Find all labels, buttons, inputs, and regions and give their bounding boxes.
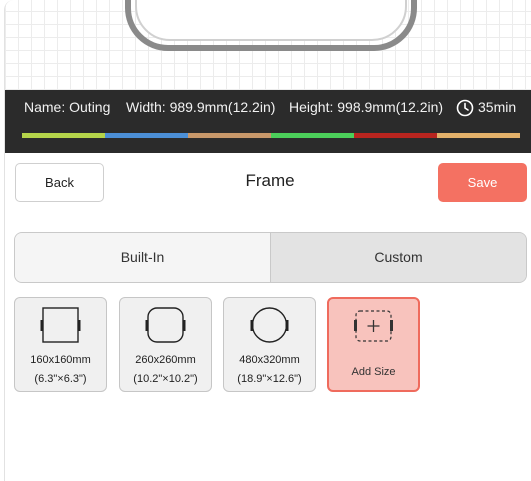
frame-source-tabs: Built-In Custom: [14, 232, 527, 283]
thread-color-2: [105, 133, 188, 138]
frame-size-label: 160x160mm: [30, 354, 91, 366]
stitch-time: 35min: [478, 99, 517, 115]
thread-color-5: [354, 133, 437, 138]
frame-inch-label: (18.9"×12.6"): [237, 373, 302, 385]
design-name: Name: Outing: [24, 99, 111, 115]
add-frame-icon: [354, 310, 393, 342]
thread-color-bar: [22, 133, 520, 138]
tab-built-in[interactable]: Built-In: [15, 233, 271, 282]
hoop-preview-shape: [125, 0, 417, 51]
design-height: Height: 998.9mm(12.2in): [289, 99, 444, 115]
frame-size-label: 260x260mm: [135, 354, 196, 366]
back-button[interactable]: Back: [15, 163, 104, 202]
frame-card-480x320[interactable]: 480x320mm (18.9"×12.6"): [223, 297, 316, 392]
round-hoop-icon: [250, 307, 289, 343]
save-button[interactable]: Save: [438, 163, 527, 202]
design-canvas[interactable]: [5, 0, 531, 90]
device-screen: Name: Outing Width: 989.9mm(12.2in) Heig…: [4, 0, 531, 481]
add-size-label: Add Size: [351, 366, 396, 378]
thread-color-6: [437, 133, 520, 138]
frame-inch-label: (6.3"×6.3"): [34, 373, 87, 385]
clock-icon: [456, 99, 474, 117]
design-info-bar: Name: Outing Width: 989.9mm(12.2in) Heig…: [5, 90, 531, 153]
frame-inch-label: (10.2"×10.2"): [133, 373, 198, 385]
tab-custom[interactable]: Custom: [271, 233, 526, 282]
thread-color-3: [188, 133, 271, 138]
thread-color-1: [22, 133, 105, 138]
square-hoop-icon: [40, 307, 81, 343]
frame-size-label: 480x320mm: [239, 354, 300, 366]
thread-color-4: [271, 133, 354, 138]
frame-card-160x160[interactable]: 160x160mm (6.3"×6.3"): [14, 297, 107, 392]
design-width: Width: 989.9mm(12.2in): [126, 99, 276, 115]
frame-card-260x260[interactable]: 260x260mm (10.2"×10.2"): [119, 297, 212, 392]
add-size-button[interactable]: Add Size: [327, 297, 420, 392]
page-title: Frame: [245, 171, 295, 190]
rounded-square-hoop-icon: [145, 307, 186, 343]
